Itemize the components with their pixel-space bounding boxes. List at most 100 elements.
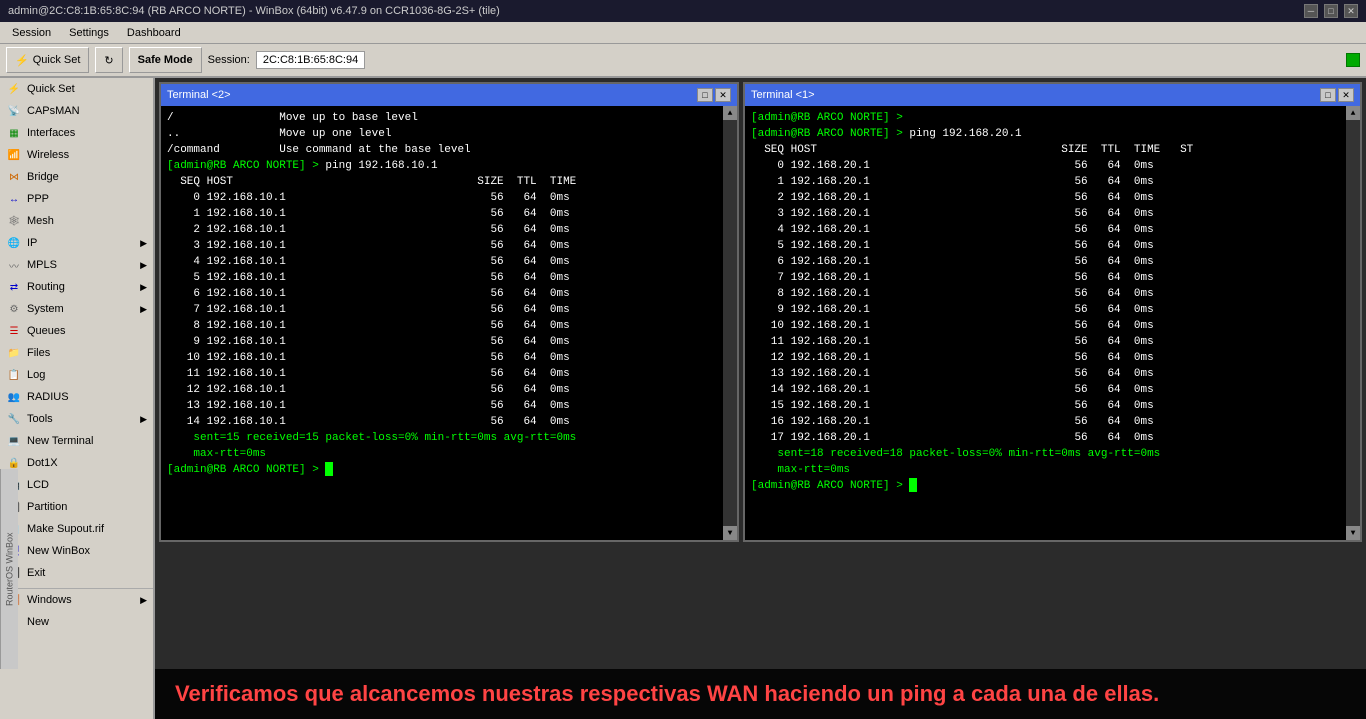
sidebar-label-routing: Routing bbox=[27, 281, 65, 293]
sidebar-item-new-terminal[interactable]: 💻 New Terminal bbox=[0, 430, 153, 452]
sidebar-item-mesh[interactable]: 🕸 Mesh bbox=[0, 210, 153, 232]
terminal-2-body: / Move up to base level .. Move up one l… bbox=[161, 106, 723, 540]
sidebar-item-exit[interactable]: ⬛ Exit bbox=[0, 562, 153, 584]
sidebar-item-ip[interactable]: 🌐 IP ▶ bbox=[0, 232, 153, 254]
sidebar-item-make-supout[interactable]: 📄 Make Supout.rif bbox=[0, 518, 153, 540]
sidebar-item-routing[interactable]: ⇄ Routing ▶ bbox=[0, 276, 153, 298]
sidebar-item-new[interactable]: New bbox=[0, 611, 153, 633]
tools-arrow: ▶ bbox=[140, 414, 147, 425]
sidebar-label-windows: Windows bbox=[27, 594, 72, 606]
term-prompt[interactable]: [admin@RB ARCO NORTE] > bbox=[167, 462, 707, 478]
term-line: 7 192.168.10.1 56 64 0ms bbox=[167, 302, 707, 318]
terminal-2-titlebar: Terminal <2> □ ✕ bbox=[161, 84, 737, 106]
sidebar-item-windows[interactable]: 🪟 Windows ▶ bbox=[0, 589, 153, 611]
sidebar-item-ppp[interactable]: ↔ PPP bbox=[0, 188, 153, 210]
term-line: 11 192.168.20.1 56 64 0ms bbox=[751, 334, 1330, 350]
sidebar-item-quick-set[interactable]: ⚡ Quick Set bbox=[0, 78, 153, 100]
term-line: [admin@RB ARCO NORTE] > ping 192.168.20.… bbox=[751, 126, 1330, 142]
connection-indicator bbox=[1346, 53, 1360, 67]
sidebar-item-files[interactable]: 📁 Files bbox=[0, 342, 153, 364]
terminal-1: Terminal <1> □ ✕ [admin@RB ARCO NORTE] >… bbox=[743, 82, 1362, 542]
scroll-up-btn[interactable]: ▲ bbox=[723, 106, 737, 120]
refresh-button[interactable]: ↻ bbox=[95, 47, 122, 73]
terminal-2-close[interactable]: ✕ bbox=[715, 88, 731, 102]
sidebar-item-new-winbox[interactable]: 🖥 New WinBox bbox=[0, 540, 153, 562]
sidebar-label-exit: Exit bbox=[27, 567, 45, 579]
term-line: 10 192.168.10.1 56 64 0ms bbox=[167, 350, 707, 366]
session-label: Session: bbox=[208, 54, 250, 66]
mpls-icon: 〰 bbox=[6, 257, 22, 273]
sidebar-label-mesh: Mesh bbox=[27, 215, 54, 227]
scroll-up-btn[interactable]: ▲ bbox=[1346, 106, 1360, 120]
term-line: 14 192.168.20.1 56 64 0ms bbox=[751, 382, 1330, 398]
terminal-1-scrollbar[interactable]: ▲ ▼ bbox=[1346, 106, 1360, 540]
sidebar-item-lcd[interactable]: 📺 LCD bbox=[0, 474, 153, 496]
close-button[interactable]: ✕ bbox=[1344, 4, 1358, 18]
menu-settings[interactable]: Settings bbox=[61, 25, 117, 41]
terminal-2-restore[interactable]: □ bbox=[697, 88, 713, 102]
system-icon: ⚙ bbox=[6, 301, 22, 317]
sidebar-label-new-terminal: New Terminal bbox=[27, 435, 93, 447]
scroll-track bbox=[1346, 120, 1360, 526]
new-terminal-icon: 💻 bbox=[6, 433, 22, 449]
refresh-icon: ↻ bbox=[104, 54, 113, 67]
sidebar-item-radius[interactable]: 👥 RADIUS bbox=[0, 386, 153, 408]
term-line: 6 192.168.10.1 56 64 0ms bbox=[167, 286, 707, 302]
term-line: 8 192.168.10.1 56 64 0ms bbox=[167, 318, 707, 334]
tools-icon: 🔧 bbox=[6, 411, 22, 427]
quick-set-button[interactable]: ⚡ Quick Set bbox=[6, 47, 89, 73]
terminal-2-scrollbar[interactable]: ▲ ▼ bbox=[723, 106, 737, 540]
term-line: 7 192.168.20.1 56 64 0ms bbox=[751, 270, 1330, 286]
sidebar-label-capsman: CAPsMAN bbox=[27, 105, 80, 117]
sidebar-item-capsman[interactable]: 📡 CAPsMAN bbox=[0, 100, 153, 122]
sidebar-item-queues[interactable]: ☰ Queues bbox=[0, 320, 153, 342]
terminal-1-close[interactable]: ✕ bbox=[1338, 88, 1354, 102]
term-line: 1 192.168.10.1 56 64 0ms bbox=[167, 206, 707, 222]
radius-icon: 👥 bbox=[6, 389, 22, 405]
sidebar-item-tools[interactable]: 🔧 Tools ▶ bbox=[0, 408, 153, 430]
minimize-button[interactable]: ─ bbox=[1304, 4, 1318, 18]
term-line: .. Move up one level bbox=[167, 126, 707, 142]
sidebar-label-interfaces: Interfaces bbox=[27, 127, 75, 139]
term-line: 6 192.168.20.1 56 64 0ms bbox=[751, 254, 1330, 270]
sidebar-item-mpls[interactable]: 〰 MPLS ▶ bbox=[0, 254, 153, 276]
terminal-1-controls: □ ✕ bbox=[1320, 88, 1354, 102]
term-line: 9 192.168.10.1 56 64 0ms bbox=[167, 334, 707, 350]
term-line: max-rtt=0ms bbox=[751, 462, 1330, 478]
term-line: 15 192.168.20.1 56 64 0ms bbox=[751, 398, 1330, 414]
toolbar: ⚡ Quick Set ↻ Safe Mode Session: 2C:C8:1… bbox=[0, 44, 1366, 78]
sidebar-label-system: System bbox=[27, 303, 64, 315]
menu-dashboard[interactable]: Dashboard bbox=[119, 25, 189, 41]
sidebar-label-make-supout: Make Supout.rif bbox=[27, 523, 104, 535]
term-line: /command Use command at the base level bbox=[167, 142, 707, 158]
maximize-button[interactable]: □ bbox=[1324, 4, 1338, 18]
quick-set-icon: ⚡ bbox=[6, 81, 22, 97]
mesh-icon: 🕸 bbox=[6, 213, 22, 229]
term-line: 3 192.168.20.1 56 64 0ms bbox=[751, 206, 1330, 222]
term-prompt[interactable]: [admin@RB ARCO NORTE] > bbox=[751, 478, 1330, 494]
sidebar-label-ppp: PPP bbox=[27, 193, 49, 205]
menu-bar: Session Settings Dashboard bbox=[0, 22, 1366, 44]
terminal-2: Terminal <2> □ ✕ / Move up to base level… bbox=[159, 82, 739, 542]
menu-session[interactable]: Session bbox=[4, 25, 59, 41]
term-line: 5 192.168.20.1 56 64 0ms bbox=[751, 238, 1330, 254]
ppp-icon: ↔ bbox=[6, 191, 22, 207]
sidebar-item-partition[interactable]: 💾 Partition bbox=[0, 496, 153, 518]
queues-icon: ☰ bbox=[6, 323, 22, 339]
term-line: / Move up to base level bbox=[167, 110, 707, 126]
scroll-down-btn[interactable]: ▼ bbox=[723, 526, 737, 540]
sidebar-item-interfaces[interactable]: ▦ Interfaces bbox=[0, 122, 153, 144]
term-line: 14 192.168.10.1 56 64 0ms bbox=[167, 414, 707, 430]
safe-mode-button[interactable]: Safe Mode bbox=[129, 47, 202, 73]
sidebar-item-bridge[interactable]: ⋈ Bridge bbox=[0, 166, 153, 188]
sidebar-item-wireless[interactable]: 📶 Wireless bbox=[0, 144, 153, 166]
term-line: 17 192.168.20.1 56 64 0ms bbox=[751, 430, 1330, 446]
scroll-down-btn[interactable]: ▼ bbox=[1346, 526, 1360, 540]
terminal-1-restore[interactable]: □ bbox=[1320, 88, 1336, 102]
terminal-1-title: Terminal <1> bbox=[751, 89, 815, 101]
term-line: 11 192.168.10.1 56 64 0ms bbox=[167, 366, 707, 382]
sidebar-item-log[interactable]: 📋 Log bbox=[0, 364, 153, 386]
sidebar-item-dot1x[interactable]: 🔒 Dot1X bbox=[0, 452, 153, 474]
term-line: 13 192.168.10.1 56 64 0ms bbox=[167, 398, 707, 414]
sidebar-item-system[interactable]: ⚙ System ▶ bbox=[0, 298, 153, 320]
